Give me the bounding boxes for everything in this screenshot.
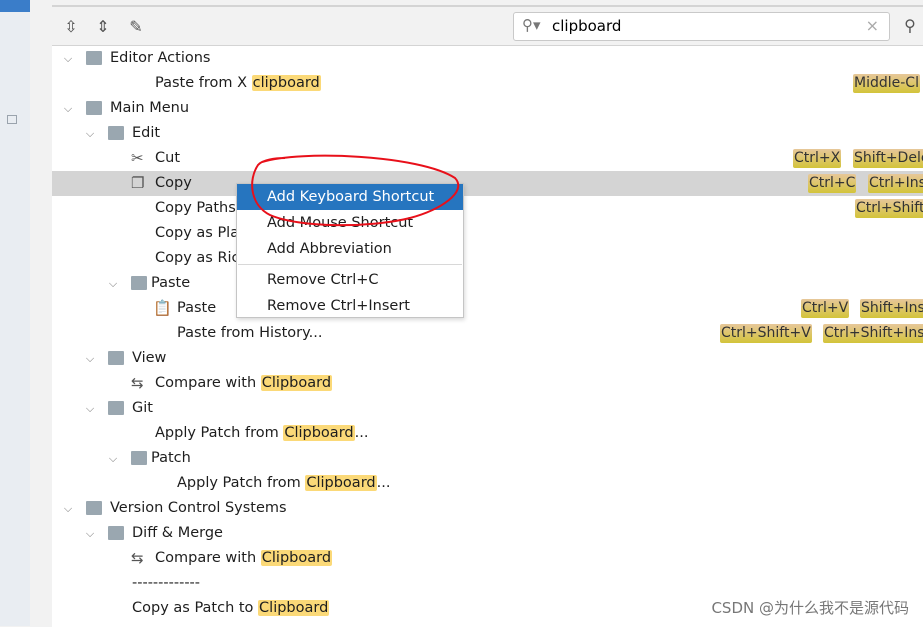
red-annotation-circle (251, 154, 460, 227)
watermark: CSDN @为什么我不是源代码 (711, 599, 909, 617)
